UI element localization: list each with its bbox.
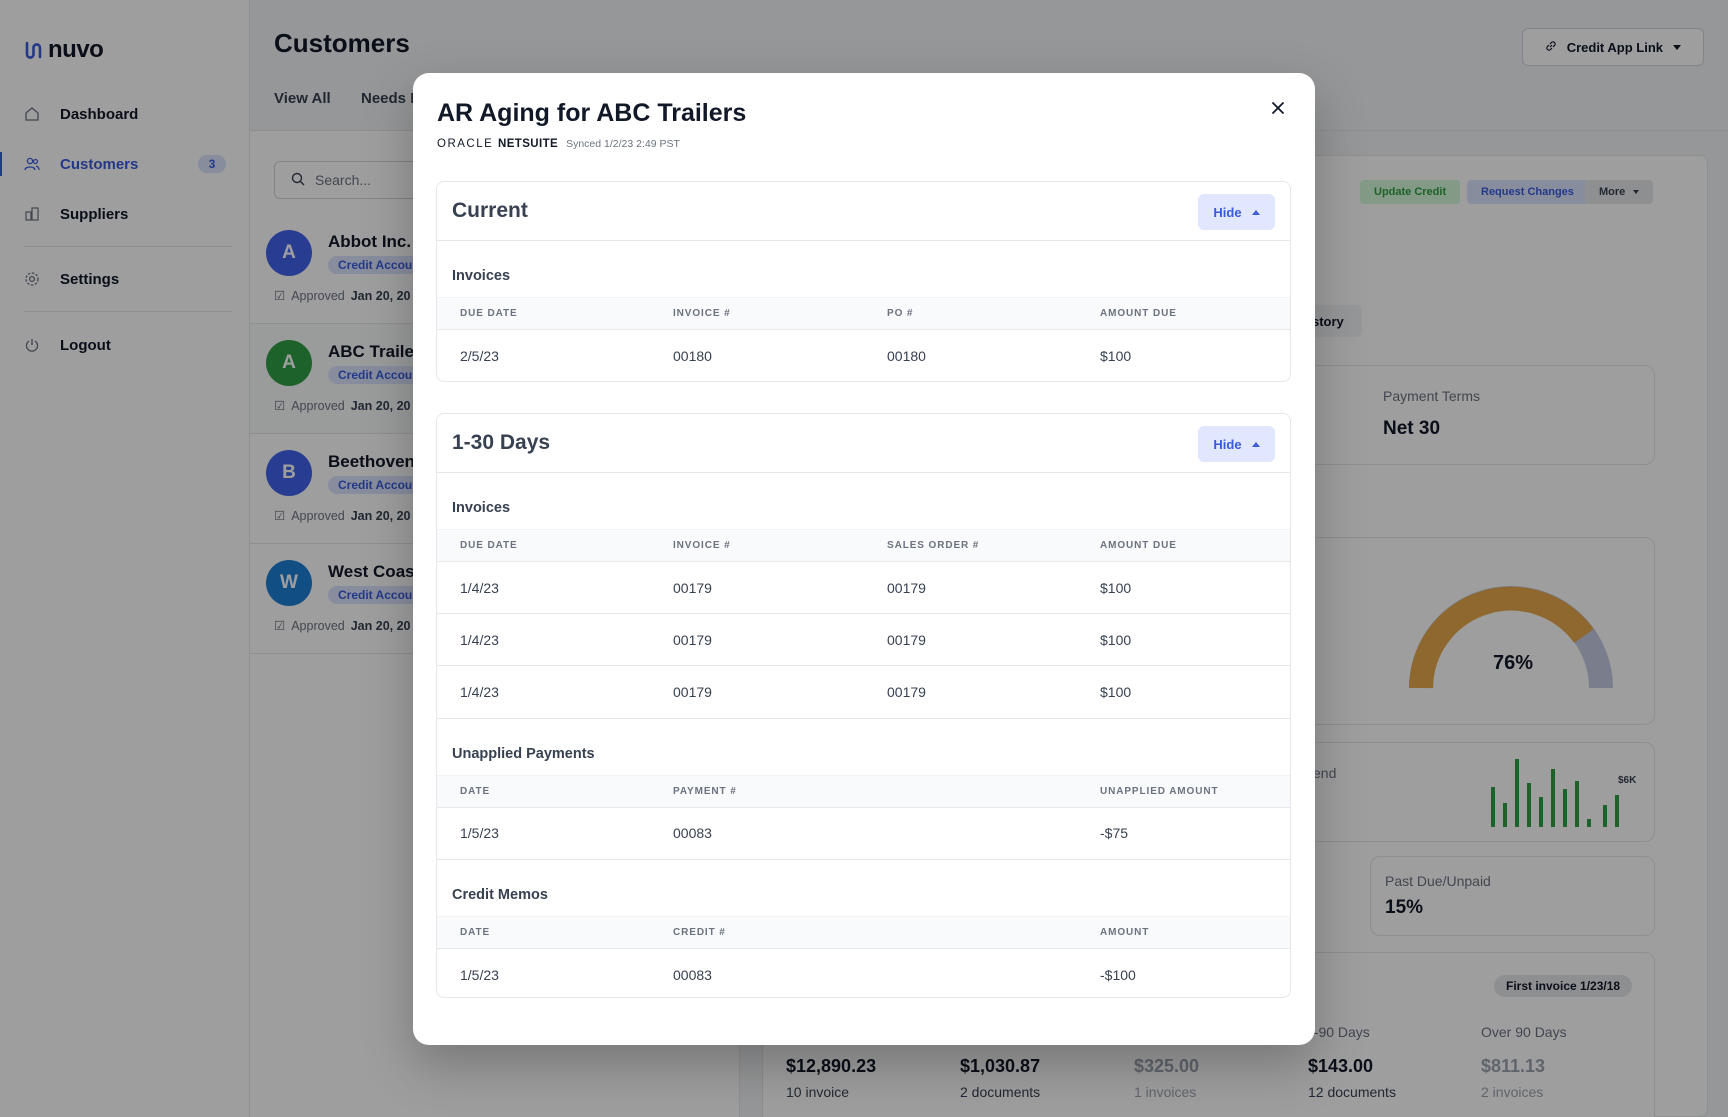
column-header[interactable]: UNAPPLIED AMOUNT — [1077, 774, 1290, 808]
column-header[interactable]: PAYMENT # — [650, 774, 864, 808]
invoices-title: Invoices — [452, 268, 511, 284]
column-header[interactable]: DATE — [437, 774, 650, 808]
due-date-cell: 1/4/23 — [437, 561, 650, 614]
empty-cell — [864, 949, 1077, 998]
column-header[interactable]: AMOUNT — [1077, 916, 1290, 949]
invoice-number-cell: 00179 — [650, 613, 864, 666]
current-invoices-table: DUE DATE INVOICE # PO # AMOUNT DUE 2/5/2… — [437, 297, 1290, 382]
due-date-cell: 2/5/23 — [460, 347, 499, 364]
section-header: Current Hide — [437, 182, 1290, 241]
days-1-30-section: 1-30 Days Hide Invoices DUE DATE INVOICE… — [436, 413, 1291, 998]
unapplied-payments-block: Unapplied Payments DATE PAYMENT # UNAPPL… — [437, 717, 1290, 860]
empty-cell — [864, 807, 1077, 859]
modal-title: AR Aging for ABC Trailers — [437, 99, 747, 127]
table-row[interactable]: 1/4/23 00179 00179 $100 — [437, 666, 1290, 718]
column-header[interactable]: DUE DATE — [437, 297, 650, 330]
table-row[interactable]: 1/5/23 00083 -$75 — [437, 807, 1290, 859]
oracle-word: ORACLE — [437, 138, 494, 150]
due-date-cell: 1/4/23 — [437, 613, 650, 666]
payment-number-cell: 00083 — [673, 825, 712, 842]
column-header[interactable]: PO # — [864, 297, 1077, 330]
section-title: 1-30 Days — [452, 431, 551, 454]
credit-memos-table: DATE CREDIT # AMOUNT 1/5/23 00083 -$100 — [437, 916, 1290, 998]
column-header[interactable]: DATE — [437, 916, 650, 949]
oracle-netsuite-logo: ORACLE NETSUITE — [437, 138, 558, 150]
table-row[interactable]: 2/5/23 00180 00180 $100 — [437, 330, 1290, 382]
amount-cell: -$100 — [1100, 966, 1136, 983]
sales-order-cell: 00179 — [864, 613, 1077, 666]
table-row[interactable]: 1/4/23 00179 00179 $100 — [437, 613, 1290, 666]
close-icon — [1272, 102, 1284, 114]
amount-due-cell: $100 — [1100, 347, 1132, 364]
hide-label: Hide — [1213, 204, 1242, 220]
table-row[interactable]: 1/5/23 00083 -$100 — [437, 949, 1290, 998]
column-header — [864, 916, 1077, 949]
column-header[interactable]: INVOICE # — [650, 297, 864, 330]
amount-due-cell: $100 — [1077, 561, 1290, 614]
column-header[interactable]: CREDIT # — [650, 916, 864, 949]
synced-timestamp: Synced 1/2/23 2:49 PST — [566, 138, 680, 150]
close-button[interactable] — [1265, 95, 1291, 121]
amount-due-cell: $100 — [1100, 683, 1132, 700]
caret-up-icon — [1251, 209, 1260, 215]
column-header[interactable]: AMOUNT DUE — [1077, 529, 1290, 562]
invoice-number-cell: 00179 — [673, 683, 712, 700]
current-section: Current Hide Invoices DUE DATE INVOICE #… — [436, 181, 1291, 382]
unapplied-payments-table: DATE PAYMENT # UNAPPLIED AMOUNT 1/5/23 0… — [437, 774, 1290, 860]
credit-memos-title: Credit Memos — [452, 887, 548, 903]
po-number-cell: 00180 — [887, 347, 926, 364]
due-date-cell: 1/4/23 — [460, 683, 499, 700]
amount-due-cell: $100 — [1077, 613, 1290, 666]
invoice-number-cell: 00180 — [673, 347, 712, 364]
date-cell: 1/5/23 — [460, 966, 499, 983]
column-header[interactable]: AMOUNT DUE — [1077, 297, 1290, 330]
column-header — [864, 774, 1077, 808]
credit-number-cell: 00083 — [673, 966, 712, 983]
netsuite-word: NETSUITE — [498, 138, 559, 150]
hide-button[interactable]: Hide — [1198, 426, 1275, 462]
unapplied-amount-cell: -$75 — [1100, 825, 1129, 842]
column-header[interactable]: DUE DATE — [437, 529, 650, 562]
hide-label: Hide — [1213, 436, 1242, 452]
date-cell: 1/5/23 — [460, 825, 499, 842]
column-header[interactable]: INVOICE # — [650, 529, 864, 562]
days-1-30-invoices-table: DUE DATE INVOICE # SALES ORDER # AMOUNT … — [437, 529, 1290, 718]
unapplied-payments-title: Unapplied Payments — [452, 745, 595, 762]
credit-memos-block: Credit Memos DATE CREDIT # AMOUNT 1/5/23… — [437, 859, 1290, 998]
caret-up-icon — [1251, 441, 1260, 447]
sales-order-cell: 00179 — [864, 561, 1077, 614]
invoice-number-cell: 00179 — [650, 561, 864, 614]
netsuite-sync-info: ORACLE NETSUITE Synced 1/2/23 2:49 PST — [437, 138, 680, 150]
column-header[interactable]: SALES ORDER # — [864, 529, 1077, 562]
section-title: Current — [452, 199, 528, 222]
invoices-title: Invoices — [452, 500, 511, 516]
table-row[interactable]: 1/4/23 00179 00179 $100 — [437, 561, 1290, 614]
section-header: 1-30 Days Hide — [437, 414, 1290, 473]
ar-aging-modal: AR Aging for ABC Trailers ORACLE NETSUIT… — [413, 73, 1315, 1045]
hide-button[interactable]: Hide — [1198, 194, 1275, 230]
sales-order-cell: 00179 — [887, 683, 926, 700]
